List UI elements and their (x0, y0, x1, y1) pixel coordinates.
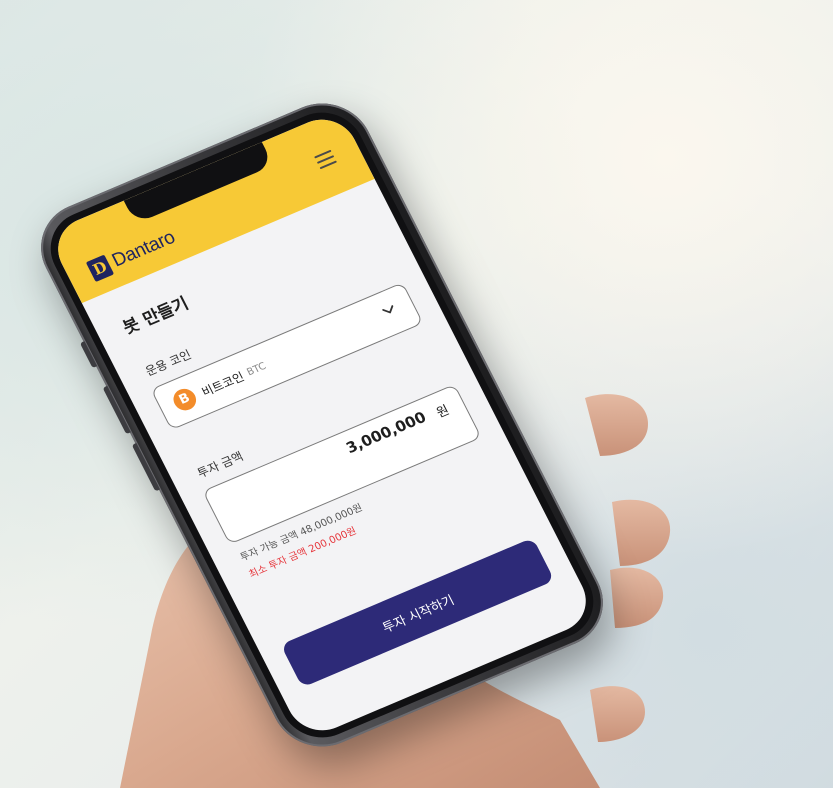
brand-mark-icon: D (85, 254, 115, 283)
page-title: 봇 만들기 (119, 293, 193, 339)
selected-coin-symbol: BTC (245, 360, 268, 378)
amount-unit: 원 (434, 403, 453, 422)
brand-name: Dantaro (108, 227, 179, 272)
start-investing-button[interactable]: 투자 시작하기 (280, 537, 555, 688)
selected-coin-name: 비트코인 (199, 369, 247, 399)
hamburger-menu-icon[interactable] (314, 149, 338, 170)
chevron-down-icon[interactable] (380, 302, 397, 317)
brand-logo[interactable]: D Dantaro (85, 227, 179, 283)
bitcoin-icon: B (169, 385, 200, 414)
amount-value: 3,000,000 (343, 408, 430, 458)
